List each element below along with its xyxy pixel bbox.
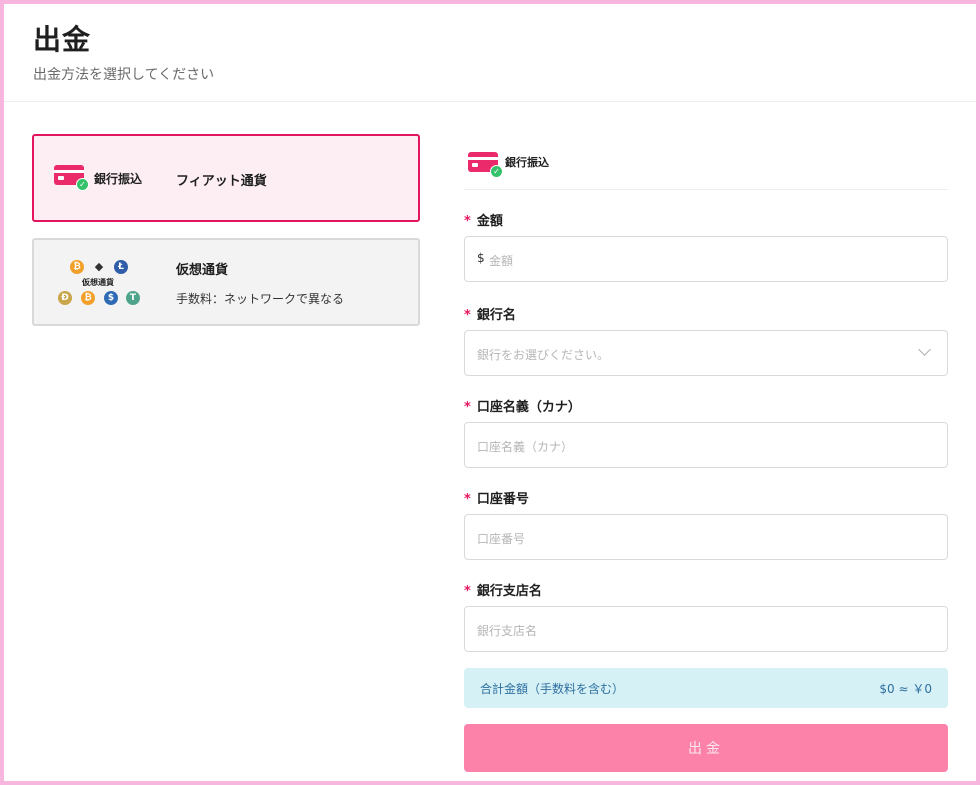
required-mark: *: [464, 214, 471, 229]
currency-prefix: $: [477, 251, 485, 265]
page-header: 出金 出金方法を選択してください: [4, 4, 976, 102]
crypto-fee-note: 手数料：ネットワークで異なる: [176, 292, 345, 306]
check-icon: ✓: [490, 165, 503, 178]
bank-select-placeholder: 銀行をお選びください。: [477, 348, 610, 362]
account-number-label: * 口座番号: [464, 492, 529, 507]
amount-label: * 金額: [464, 214, 503, 229]
tether-icon: T: [126, 291, 140, 305]
page-subtitle: 出金方法を選択してください: [33, 67, 215, 83]
account-number-placeholder: 口座番号: [477, 532, 526, 546]
branch-name-placeholder: 銀行支店名: [477, 624, 538, 638]
bank-card-icon: ✓: [54, 165, 89, 191]
bitcoin-icon: ₿: [70, 260, 84, 274]
crypto-icon-label: 仮想通貨: [82, 278, 114, 287]
dogecoin-icon: Ð: [58, 291, 72, 305]
withdraw-button[interactable]: 出金: [464, 724, 948, 772]
bank-card-icon: ✓: [468, 152, 503, 178]
total-amount-value: $0 ≈ ￥0: [879, 682, 932, 696]
required-mark: *: [464, 584, 471, 599]
check-icon: ✓: [76, 178, 89, 191]
usdc-icon: $: [104, 291, 118, 305]
page-title: 出金: [33, 23, 92, 56]
litecoin-icon: Ł: [114, 260, 128, 274]
bank-name-label: * 銀行名: [464, 308, 516, 323]
chevron-down-icon: [918, 343, 931, 356]
required-mark: *: [464, 400, 471, 415]
total-amount-label: 合計金額（手数料を含む）: [480, 682, 625, 696]
branch-name-label: * 銀行支店名: [464, 584, 542, 599]
account-holder-placeholder: 口座名義（カナ）: [477, 440, 574, 454]
required-mark: *: [464, 492, 471, 507]
branch-name-input[interactable]: 銀行支店名: [464, 606, 948, 652]
withdraw-page: 出金 出金方法を選択してください ✓ 銀行振込 フィアット通貨 ₿ ◆ Ł 仮想…: [4, 4, 976, 781]
account-number-input[interactable]: 口座番号: [464, 514, 948, 560]
method-card-fiat[interactable]: ✓ 銀行振込 フィアット通貨: [32, 134, 420, 222]
account-holder-input[interactable]: 口座名義（カナ）: [464, 422, 948, 468]
divider: [464, 189, 948, 190]
amount-input[interactable]: $ 金額: [464, 236, 948, 282]
bank-transfer-icon-label: 銀行振込: [94, 172, 143, 186]
bank-select[interactable]: 銀行をお選びください。: [464, 330, 948, 376]
method-card-crypto[interactable]: ₿ ◆ Ł 仮想通貨 Ð ₿ $ T 仮想通貨 手数料：ネットワークで異なる: [32, 238, 420, 326]
ethereum-icon: ◆: [94, 260, 104, 273]
crypto-currency-label: 仮想通貨: [176, 263, 229, 278]
account-holder-label: * 口座名義（カナ）: [464, 400, 581, 415]
amount-placeholder: 金額: [489, 254, 514, 268]
selected-method-label: 銀行振込: [505, 156, 549, 169]
required-mark: *: [464, 308, 471, 323]
total-amount-bar: 合計金額（手数料を含む） $0 ≈ ￥0: [464, 668, 948, 708]
fiat-currency-label: フィアット通貨: [176, 174, 267, 189]
bitcoin-cash-icon: ₿: [81, 291, 95, 305]
